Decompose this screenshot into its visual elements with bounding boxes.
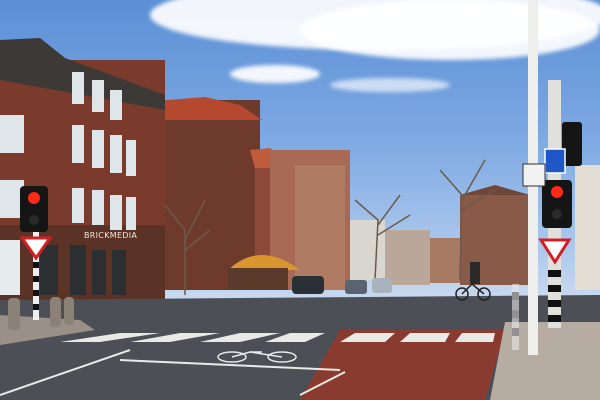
info-sign-icon [544, 148, 566, 174]
corner-building [0, 38, 165, 300]
yield-sign-icon [538, 238, 572, 265]
brick-townhouses [150, 97, 350, 290]
shop-sign: BRICKMEDIA [84, 231, 138, 240]
sidewalk-right [490, 322, 600, 400]
street-illustration [0, 0, 600, 400]
speed-limit-sign-icon [522, 163, 546, 187]
street-scene: BRICKMEDIA [0, 0, 600, 400]
